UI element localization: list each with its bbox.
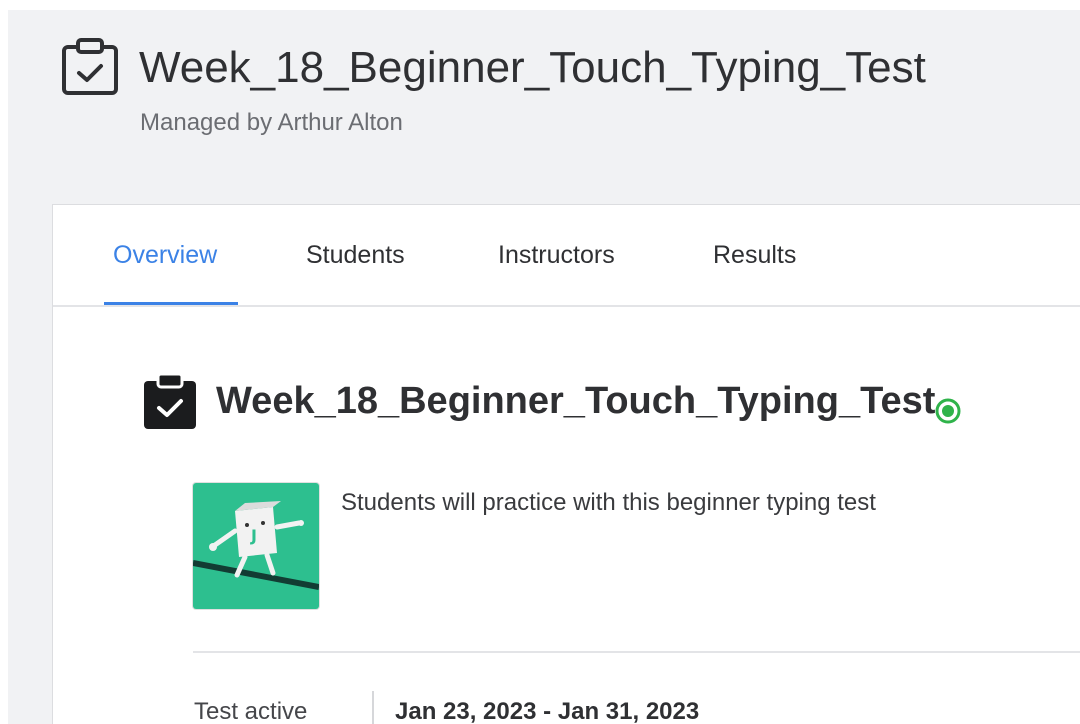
tab-instructors[interactable]: Instructors bbox=[498, 235, 615, 275]
clipboard-check-outline-icon bbox=[62, 38, 118, 95]
tab-results[interactable]: Results bbox=[713, 235, 796, 275]
typing-mascot-thumbnail: J bbox=[193, 483, 319, 609]
tab-overview[interactable]: Overview bbox=[113, 235, 217, 275]
svg-text:J: J bbox=[250, 526, 257, 545]
active-status-dot-icon bbox=[935, 398, 961, 424]
page-title: Week_18_Beginner_Touch_Typing_Test bbox=[139, 43, 926, 92]
tab-bar: Overview Students Instructors Results bbox=[53, 205, 1080, 307]
test-title: Week_18_Beginner_Touch_Typing_Test bbox=[216, 380, 936, 422]
page-subtitle: Managed by Arthur Alton bbox=[140, 109, 403, 136]
test-active-range: Jan 23, 2023 - Jan 31, 2023 bbox=[395, 698, 700, 724]
page: Week_18_Beginner_Touch_Typing_Test Manag… bbox=[8, 10, 1080, 724]
content-card: Overview Students Instructors Results We… bbox=[52, 204, 1080, 724]
test-active-label: Test active bbox=[194, 698, 308, 724]
clipboard-check-filled-icon bbox=[144, 373, 196, 429]
tab-students[interactable]: Students bbox=[306, 235, 405, 275]
meta-separator bbox=[372, 691, 374, 724]
test-description: Students will practice with this beginne… bbox=[341, 489, 876, 516]
active-tab-indicator bbox=[104, 302, 238, 305]
test-thumbnail: J bbox=[193, 483, 319, 609]
section-divider bbox=[193, 651, 1080, 653]
